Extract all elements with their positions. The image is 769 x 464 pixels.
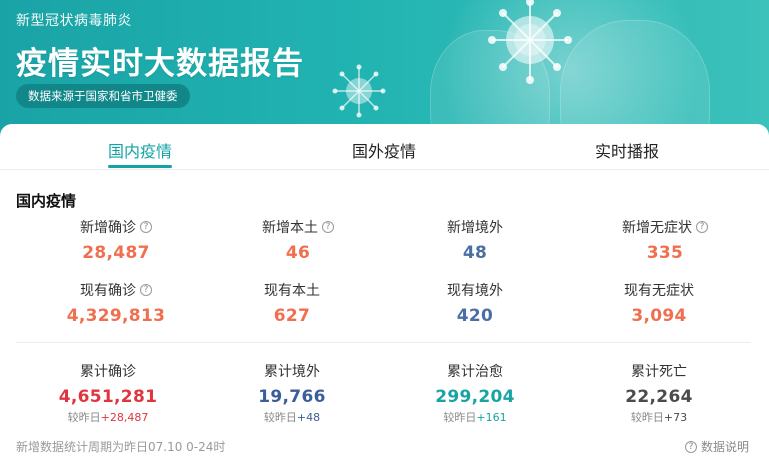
virus-icon [488,0,572,84]
stat-new-confirmed: 新增确诊? 28,487 [31,217,201,263]
stat-delta: +73 [663,411,688,424]
virus-icon [332,64,386,118]
stat-value: 19,766 [258,387,326,407]
stat-value: 420 [456,306,494,326]
tab-bar: 国内疫情 国外疫情 实时播报 [0,124,769,170]
stat-value: 22,264 [625,387,693,407]
stat-label: 新增无症状 [622,220,692,236]
help-icon: ? [684,440,697,453]
stat-value: 3,094 [631,306,687,326]
stat-label: 累计境外 [264,364,320,380]
stat-value: 4,651,281 [58,387,158,407]
stat-current-confirmed: 现有确诊? 4,329,813 [31,280,201,326]
section-title: 国内疫情 [16,192,77,210]
data-explanation-link[interactable]: ? 数据说明 [684,438,749,455]
stat-total-deaths: 累计死亡 22,264 较昨日+73 [574,361,744,425]
stat-sub-prefix: 较昨日 [67,411,101,424]
stat-current-local: 现有本土 627 [207,280,377,326]
stat-current-imported: 现有境外 420 [390,280,560,326]
stat-total-recovered: 累计治愈 299,204 较昨日+161 [390,361,560,425]
stat-sub-prefix: 较昨日 [630,411,664,424]
stats-card: 国内疫情 国外疫情 实时播报 国内疫情 新增确诊? 28,487 新增本土? 4… [0,124,769,464]
stat-value: 627 [273,306,311,326]
banner-subtitle: 新型冠状病毒肺炎 [16,13,132,29]
stat-label: 现有境外 [447,283,503,299]
stat-label: 现有确诊 [80,283,136,299]
stat-value: 335 [646,243,684,263]
stat-label: 新增本土 [262,220,318,236]
stat-value: 4,329,813 [66,306,166,326]
divider [16,342,751,343]
active-tab-indicator [108,165,172,168]
help-icon[interactable]: ? [140,284,152,296]
stat-label: 新增确诊 [80,220,136,236]
stat-label: 新增境外 [447,220,503,236]
stat-delta: +28,487 [100,411,149,424]
tab-live-broadcast[interactable]: 实时播报 [595,138,659,162]
stat-value: 299,204 [435,387,515,407]
stat-new-local: 新增本土? 46 [213,217,383,263]
stat-delta: +48 [296,411,321,424]
stats-footnote: 新增数据统计周期为昨日07.10 0-24时 [16,440,226,454]
stat-current-asymptomatic: 现有无症状 3,094 [574,280,744,326]
stat-value: 28,487 [82,243,150,263]
stat-label: 现有本土 [264,283,320,299]
page-title: 疫情实时大数据报告 [16,46,304,82]
stat-sub-prefix: 较昨日 [263,411,297,424]
data-explanation-label: 数据说明 [700,440,749,454]
stat-delta: +161 [476,411,507,424]
help-icon[interactable]: ? [322,221,334,233]
stat-new-asymptomatic: 新增无症状? 335 [580,217,750,263]
stat-total-confirmed: 累计确诊 4,651,281 较昨日+28,487 [23,361,193,425]
tab-domestic[interactable]: 国内疫情 [108,138,172,162]
stat-new-imported: 新增境外 48 [390,217,560,263]
tab-international[interactable]: 国外疫情 [352,138,416,162]
stat-label: 现有无症状 [624,283,694,299]
help-icon[interactable]: ? [696,221,708,233]
stat-label: 累计确诊 [80,364,136,380]
stat-value: 48 [462,243,488,263]
stat-label: 累计死亡 [631,364,687,380]
stat-total-imported: 累计境外 19,766 较昨日+48 [207,361,377,425]
stat-sub-prefix: 较昨日 [443,411,477,424]
stat-label: 累计治愈 [447,364,503,380]
header-banner: 新型冠状病毒肺炎 疫情实时大数据报告 数据来源于国家和省市卫健委 [0,0,769,140]
help-icon[interactable]: ? [140,221,152,233]
data-source-badge: 数据来源于国家和省市卫健委 [16,84,190,108]
stat-value: 46 [285,243,311,263]
